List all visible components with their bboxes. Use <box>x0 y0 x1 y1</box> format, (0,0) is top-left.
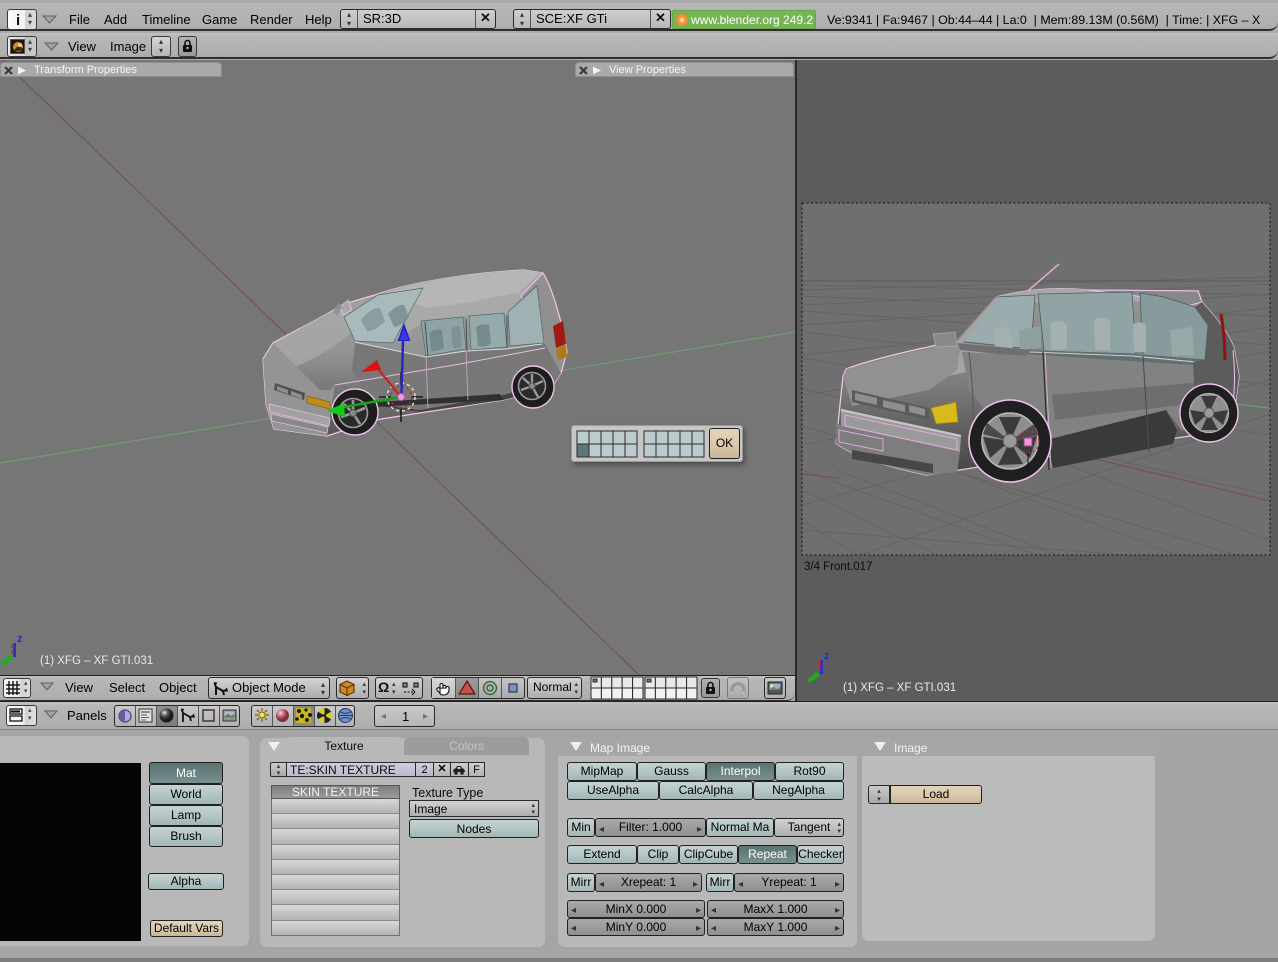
svg-text:z: z <box>17 633 23 645</box>
svg-text:3/4 Front.017: 3/4 Front.017 <box>804 561 872 573</box>
svg-text:(1) XFG – XF GTI.031: (1) XFG – XF GTI.031 <box>40 655 153 667</box>
svg-text:(1) XFG – XF GTI.031: (1) XFG – XF GTI.031 <box>843 682 956 694</box>
svg-text:z: z <box>824 650 830 662</box>
